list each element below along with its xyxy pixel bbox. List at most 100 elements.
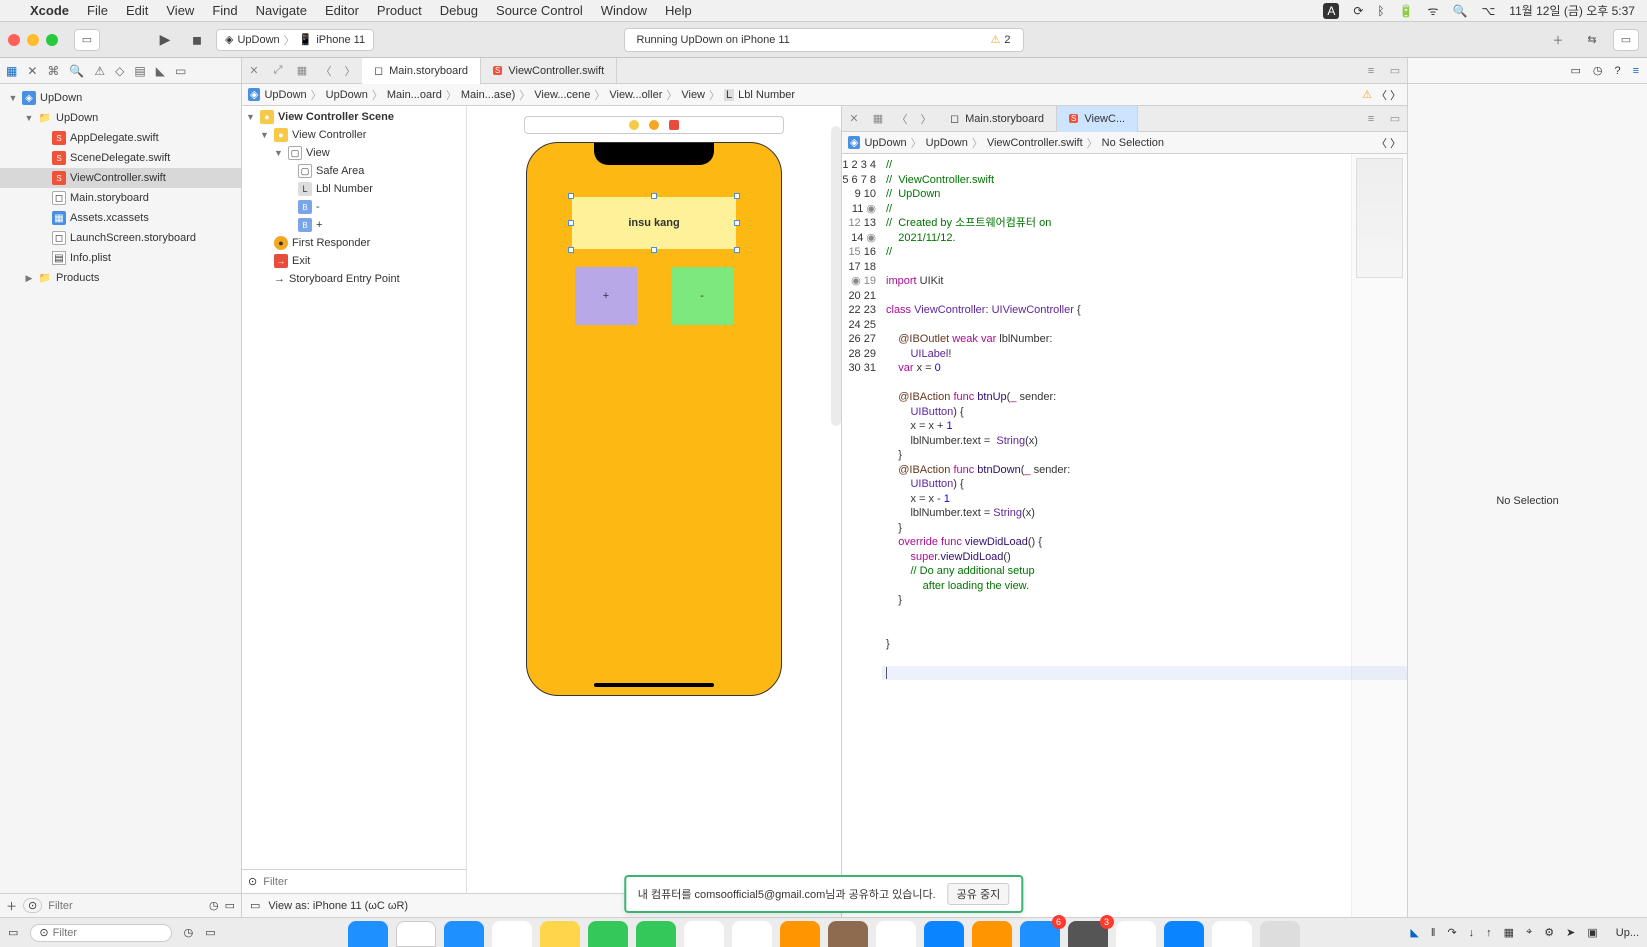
tab-main-storyboard[interactable]: ◻Main.storyboard	[362, 58, 481, 84]
lbl-number-view[interactable]: insu kang	[572, 197, 736, 249]
add-editor-icon[interactable]: ▭	[1383, 64, 1407, 77]
file-infoplist[interactable]: ▤Info.plist	[0, 248, 241, 268]
minimize-button[interactable]	[27, 34, 39, 46]
dock-notes[interactable]	[540, 921, 580, 947]
menu-product[interactable]: Product	[377, 3, 422, 18]
file-assets[interactable]: ▦Assets.xcassets	[0, 208, 241, 228]
tab-main-storyboard-r[interactable]: ◻Main.storyboard	[938, 106, 1057, 132]
report-nav-tab[interactable]: ▭	[175, 64, 186, 78]
menu-find[interactable]: Find	[212, 3, 237, 18]
dock-app1[interactable]	[684, 921, 724, 947]
source-text[interactable]: // // ViewController.swift // UpDown // …	[882, 154, 1351, 917]
stop-button[interactable]: ◼	[184, 29, 210, 51]
toggle-debug-icon[interactable]: ▭	[8, 926, 18, 939]
step-out-button[interactable]: ↑	[1486, 927, 1492, 939]
attributes-inspector-tab[interactable]: ≡	[1633, 65, 1639, 77]
debug-nav-tab[interactable]: ▤	[134, 64, 145, 78]
dock-app8[interactable]	[1164, 921, 1204, 947]
toggle-inspector-button[interactable]: ▭	[1613, 29, 1639, 51]
outline-btn-plus[interactable]: B+	[242, 216, 466, 234]
back-button[interactable]: 〈	[314, 63, 338, 79]
simulate-location[interactable]: ➤	[1566, 926, 1575, 939]
close-button[interactable]	[8, 34, 20, 46]
test-nav-tab[interactable]: ◇	[115, 64, 124, 78]
find-nav-tab[interactable]: 🔍	[69, 64, 84, 78]
minimap[interactable]	[1351, 154, 1407, 917]
environment-overrides[interactable]: ⚙	[1544, 926, 1554, 939]
wifi-icon[interactable]: ᯤ	[1428, 2, 1439, 19]
menu-view[interactable]: View	[166, 3, 194, 18]
close-assistant-icon[interactable]: ✕	[842, 112, 866, 125]
battery-icon[interactable]: 🔋	[1399, 4, 1414, 18]
continue-button[interactable]: ‖	[1431, 927, 1436, 939]
outline-entry-point[interactable]: →Storyboard Entry Point	[242, 270, 466, 288]
file-inspector-tab[interactable]: ▭	[1570, 64, 1580, 77]
source-editor[interactable]: 1 2 3 4 5 6 7 8 9 10 11 ◉ 12 13 14 ◉ 15 …	[842, 154, 1407, 917]
file-appdelegate[interactable]: SAppDelegate.swift	[0, 128, 241, 148]
breakpoint-nav-tab[interactable]: ◣	[156, 64, 165, 78]
menu-editor[interactable]: Editor	[325, 3, 359, 18]
outline-view[interactable]: ▼▢View	[242, 144, 466, 162]
menu-file[interactable]: File	[87, 3, 108, 18]
right-jump-bar[interactable]: ◈ UpDown〉 UpDown〉 ViewController.swift〉 …	[842, 132, 1407, 154]
control-center-icon[interactable]: ⌥	[1481, 4, 1495, 18]
outline-safe-area[interactable]: ▢Safe Area	[242, 162, 466, 180]
focus-icon[interactable]: ⤢	[266, 64, 290, 77]
status-a-icon[interactable]: A	[1323, 3, 1339, 19]
menu-debug[interactable]: Debug	[440, 3, 478, 18]
jump-nav[interactable]: 〈 〉	[1376, 135, 1401, 151]
minus-button-view[interactable]: -	[671, 267, 733, 325]
related-icon[interactable]: ▦	[290, 64, 314, 77]
editor-options-icon[interactable]: ≡	[1359, 65, 1383, 77]
dock-app4[interactable]	[828, 921, 868, 947]
symbol-nav-tab[interactable]: ⌘	[47, 64, 59, 78]
debug-memory-graph[interactable]: ⌖	[1526, 926, 1532, 939]
run-button[interactable]: ▶	[152, 29, 178, 51]
editor-options-icon[interactable]: ≡	[1359, 113, 1383, 125]
menu-navigate[interactable]: Navigate	[256, 3, 307, 18]
outline-vc[interactable]: ▼●View Controller	[242, 126, 466, 144]
project-nav-tab[interactable]: ▦	[6, 64, 17, 78]
add-editor-icon[interactable]: ▭	[1383, 112, 1407, 125]
vc-dock-icon[interactable]	[629, 120, 639, 130]
dock-safari[interactable]	[444, 921, 484, 947]
step-into-button[interactable]: ↓	[1469, 927, 1475, 939]
debug-toggle-3[interactable]: ▣	[1587, 926, 1597, 939]
dock-facetime[interactable]	[588, 921, 628, 947]
scheme-selector[interactable]: ◈ UpDown 〉 📱 iPhone 11	[216, 29, 374, 51]
navigator-filter-input[interactable]	[48, 900, 203, 912]
source-control-nav-tab[interactable]: ✕	[27, 64, 37, 78]
step-over-button[interactable]: ↷	[1447, 926, 1456, 939]
close-tab-icon[interactable]: ✕	[242, 64, 266, 77]
dock-launchpad[interactable]	[396, 921, 436, 947]
breakpoint-toggle[interactable]: ◣	[1410, 926, 1418, 939]
menu-source-control[interactable]: Source Control	[496, 3, 583, 18]
project-root-row[interactable]: ▼◈UpDown	[0, 88, 241, 108]
toggle-outline-icon[interactable]: ▭	[250, 899, 260, 912]
dock-chrome[interactable]	[492, 921, 532, 947]
back-button[interactable]: 〈	[890, 111, 914, 127]
debug-toggle-2[interactable]: ▭	[205, 926, 215, 939]
ib-canvas[interactable]: → insu kang	[467, 106, 841, 893]
jump-nav-next[interactable]: 〈 〉	[1376, 87, 1401, 103]
scm-filter-icon[interactable]: ▭	[225, 899, 235, 912]
recent-filter-icon[interactable]: ◷	[209, 899, 219, 912]
debug-view-hierarchy[interactable]: ▦	[1504, 926, 1514, 939]
debug-filter-input[interactable]	[53, 927, 163, 939]
file-scenedelegate[interactable]: SSceneDelegate.swift	[0, 148, 241, 168]
bluetooth-icon[interactable]: ᛒ	[1377, 4, 1384, 18]
history-inspector-tab[interactable]: ◷	[1593, 64, 1603, 77]
group-row[interactable]: ▼📁UpDown	[0, 108, 241, 128]
dock-app6[interactable]	[972, 921, 1012, 947]
debug-toggle-1[interactable]: ◷	[184, 926, 194, 939]
products-group[interactable]: ▶📁Products	[0, 268, 241, 288]
clock[interactable]: 11월 12일 (금) 오후 5:37	[1509, 2, 1635, 19]
outline-lbl-number[interactable]: LLbl Number	[242, 180, 466, 198]
toggle-navigator-button[interactable]: ▭	[74, 29, 100, 51]
tab-viewcontroller[interactable]: SViewController.swift	[481, 58, 617, 84]
add-button[interactable]: ＋	[6, 898, 17, 914]
dock-finder[interactable]	[348, 921, 388, 947]
dock-app5[interactable]	[876, 921, 916, 947]
dock-xcode[interactable]: 6	[1020, 921, 1060, 947]
dock-app9[interactable]	[1212, 921, 1252, 947]
